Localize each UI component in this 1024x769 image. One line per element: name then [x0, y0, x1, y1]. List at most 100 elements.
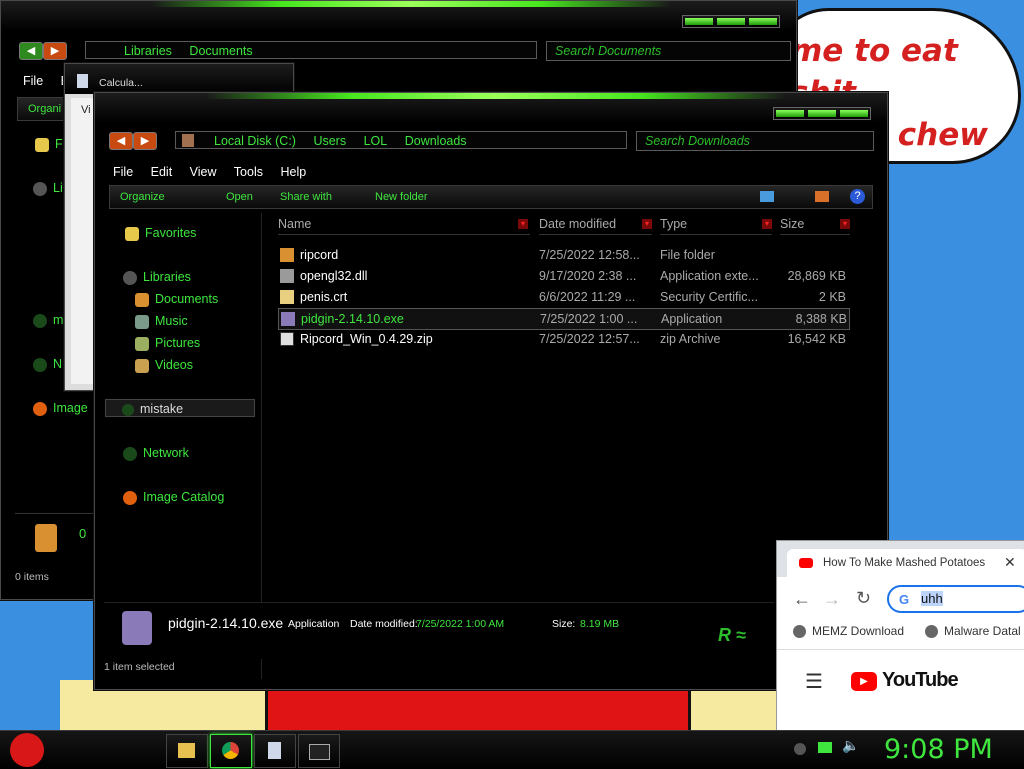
- downloads-window-controls[interactable]: [773, 107, 871, 120]
- preview-pane-icon[interactable]: [815, 191, 829, 202]
- nav-music[interactable]: Music: [135, 314, 188, 329]
- nav-image-catalog[interactable]: Image Catalog: [123, 490, 224, 505]
- help-icon[interactable]: ?: [850, 189, 865, 204]
- details-size-value: 8.19 MB: [580, 618, 620, 630]
- nav-libraries[interactable]: Libraries: [123, 270, 191, 285]
- downloads-address-bar[interactable]: Local Disk (C:) Users LOL Downloads: [175, 131, 627, 149]
- image-catalog-icon: [123, 490, 137, 505]
- calculator-view-menu[interactable]: Vi: [81, 104, 91, 116]
- back-nav-favorites[interactable]: F: [35, 137, 63, 152]
- breadcrumb-lol[interactable]: LOL: [364, 134, 388, 148]
- back-nav-m[interactable]: m: [33, 313, 63, 328]
- back-nav-libraries[interactable]: Li: [33, 181, 63, 196]
- network-icon: [33, 357, 47, 372]
- sort-arrow-icon[interactable]: ▾: [762, 219, 772, 229]
- nav-videos[interactable]: Videos: [135, 358, 193, 373]
- back-back-button[interactable]: ◀: [19, 42, 43, 60]
- taskbar-cmd-button[interactable]: [298, 734, 340, 768]
- nav-documents[interactable]: Documents: [135, 292, 218, 307]
- downloads-back-button[interactable]: ◀: [109, 132, 133, 150]
- taskbar-calculator-button[interactable]: [254, 734, 296, 768]
- back-organize-button[interactable]: Organi: [28, 103, 61, 115]
- videos-icon: [135, 358, 149, 373]
- sort-arrow-icon[interactable]: ▾: [840, 219, 850, 229]
- column-type[interactable]: Type ▾: [660, 214, 772, 235]
- chrome-tab[interactable]: How To Make Mashed Potatoes ✕: [787, 549, 1024, 577]
- close-tab-icon[interactable]: ✕: [1004, 554, 1016, 571]
- back-menu-file[interactable]: File: [23, 74, 43, 88]
- column-name[interactable]: Name ▾: [278, 214, 530, 235]
- certificate-icon: [280, 290, 294, 304]
- youtube-logo-text: YouTube: [882, 669, 959, 691]
- libraries-icon: [33, 181, 47, 196]
- chrome-reload-icon[interactable]: ↻: [856, 588, 871, 609]
- back-search-input[interactable]: Search Documents: [546, 41, 791, 61]
- file-row[interactable]: Ripcord_Win_0.4.29.zip 7/25/2022 12:57..…: [278, 329, 848, 349]
- downloads-explorer-window[interactable]: ◀ ▶ Local Disk (C:) Users LOL Downloads …: [94, 92, 888, 690]
- homegroup-icon: [33, 313, 47, 328]
- organize-button[interactable]: Organize: [120, 186, 165, 208]
- menu-file[interactable]: File: [113, 165, 133, 179]
- chrome-back-icon[interactable]: ←: [793, 589, 811, 610]
- star-icon: [35, 137, 49, 152]
- menu-edit[interactable]: Edit: [151, 165, 173, 179]
- open-button[interactable]: Open: [226, 186, 253, 208]
- omnibox-text[interactable]: uhh: [921, 591, 943, 606]
- menu-help[interactable]: Help: [280, 165, 306, 179]
- details-file-type: Application: [288, 618, 340, 630]
- libraries-icon: [123, 270, 137, 285]
- nav-mistake[interactable]: mistake: [105, 399, 255, 417]
- calculator-titlebar[interactable]: Calcula...: [65, 64, 293, 94]
- file-row[interactable]: opengl32.dll 9/17/2020 2:38 ... Applicat…: [278, 266, 848, 286]
- bookmark-memz[interactable]: MEMZ Download: [793, 624, 904, 639]
- breadcrumb-downloads[interactable]: Downloads: [405, 134, 467, 148]
- view-options-icon[interactable]: [760, 191, 774, 202]
- new-folder-button[interactable]: New folder: [375, 186, 428, 208]
- tray-network-icon[interactable]: [794, 743, 806, 755]
- sort-arrow-icon[interactable]: ▾: [518, 219, 528, 229]
- calculator-icon: [77, 74, 88, 88]
- chrome-window[interactable]: How To Make Mashed Potatoes ✕ ← → ↻ G uh…: [776, 540, 1024, 732]
- folder-icon: [178, 743, 195, 758]
- dll-icon: [280, 269, 294, 283]
- breadcrumb-users[interactable]: Users: [313, 134, 346, 148]
- back-window-controls[interactable]: [682, 15, 780, 28]
- details-file-name: pidgin-2.14.10.exe: [168, 615, 284, 631]
- taskbar-explorer-button[interactable]: [166, 734, 208, 768]
- youtube-logo-icon[interactable]: ▶: [851, 672, 877, 691]
- taskbar-chrome-button[interactable]: [210, 734, 252, 768]
- back-nav-network[interactable]: N: [33, 357, 62, 372]
- breadcrumb-local-disk[interactable]: Local Disk (C:): [214, 134, 296, 148]
- nav-favorites[interactable]: Favorites: [125, 226, 196, 241]
- downloads-forward-button[interactable]: ▶: [133, 132, 157, 150]
- back-nav-image[interactable]: Image: [33, 401, 88, 416]
- back-breadcrumb-libraries[interactable]: Libraries: [124, 44, 172, 58]
- back-forward-button[interactable]: ▶: [43, 42, 67, 60]
- menu-tools[interactable]: Tools: [234, 165, 263, 179]
- globe-icon: [925, 625, 938, 639]
- column-size[interactable]: Size ▾: [780, 214, 850, 235]
- column-date-modified[interactable]: Date modified ▾: [539, 214, 652, 235]
- back-address-bar[interactable]: Libraries Documents: [85, 41, 537, 59]
- sort-arrow-icon[interactable]: ▾: [642, 219, 652, 229]
- details-pane: pidgin-2.14.10.exe Application Date modi…: [104, 602, 774, 659]
- chrome-omnibox[interactable]: G uhh: [887, 585, 1024, 613]
- start-button-icon[interactable]: [10, 733, 44, 767]
- nav-network[interactable]: Network: [123, 446, 189, 461]
- bookmark-malware[interactable]: Malware Datal: [925, 624, 1021, 639]
- back-status-bar: 0 items: [15, 571, 49, 583]
- downloads-search-input[interactable]: Search Downloads: [636, 131, 874, 151]
- tray-monitor-icon[interactable]: [818, 742, 832, 753]
- chrome-forward-icon[interactable]: →: [823, 589, 841, 610]
- file-row[interactable]: penis.crt 6/6/2022 11:29 ... Security Ce…: [278, 287, 848, 307]
- tray-volume-icon[interactable]: 🔈: [842, 737, 859, 754]
- file-row[interactable]: ripcord 7/25/2022 12:58... File folder: [278, 245, 848, 265]
- hamburger-menu-icon[interactable]: ☰: [805, 669, 823, 694]
- taskbar-clock[interactable]: 9:08 PM: [884, 734, 993, 765]
- chrome-divider: [777, 649, 1024, 650]
- nav-pictures[interactable]: Pictures: [135, 336, 200, 351]
- share-with-button[interactable]: Share with: [280, 186, 332, 208]
- file-row-selected[interactable]: pidgin-2.14.10.exe 7/25/2022 1:00 ... Ap…: [278, 308, 850, 330]
- back-breadcrumb-documents[interactable]: Documents: [189, 44, 252, 58]
- menu-view[interactable]: View: [190, 165, 217, 179]
